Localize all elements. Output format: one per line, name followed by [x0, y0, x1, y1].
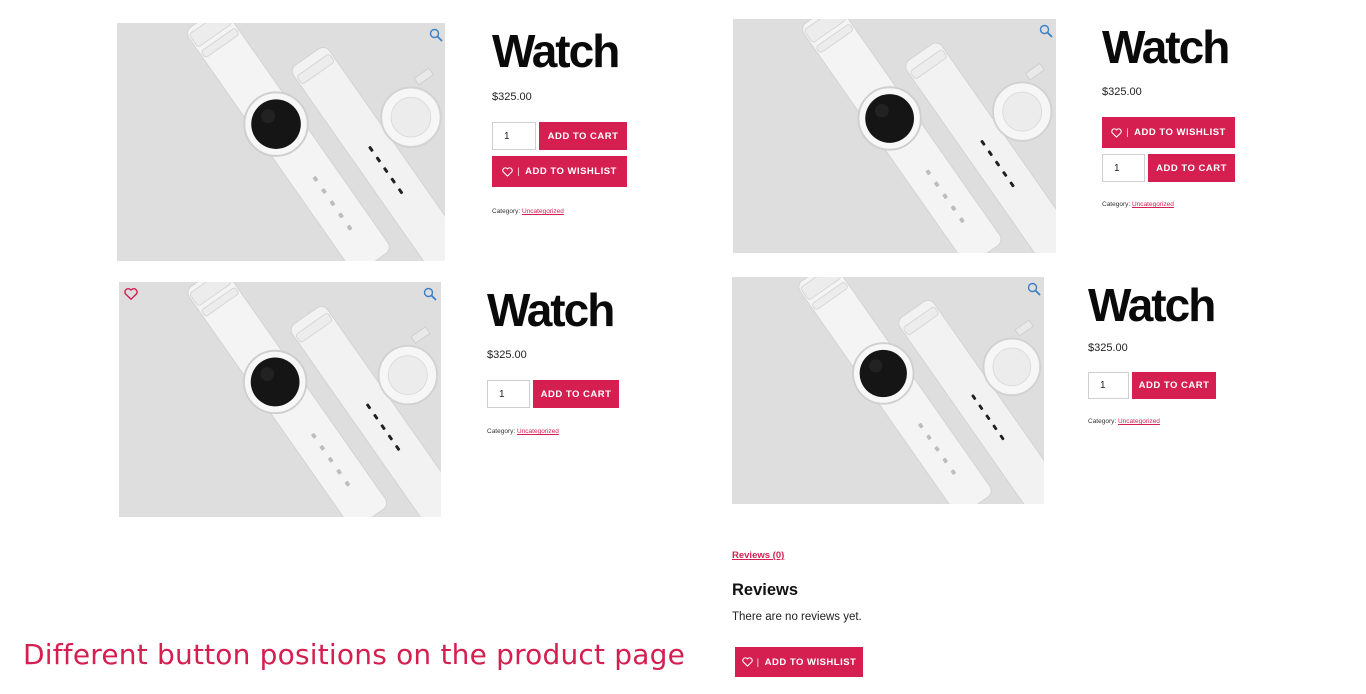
product-title: Watch: [1102, 21, 1230, 73]
wishlist-separator: |: [756, 656, 760, 668]
quantity-input[interactable]: 1: [492, 122, 536, 150]
no-reviews-text: There are no reviews yet.: [732, 611, 862, 623]
category-link[interactable]: Uncategorized: [1132, 201, 1174, 208]
add-to-cart-button[interactable]: ADD TO CART: [533, 380, 619, 408]
product-image[interactable]: [733, 19, 1056, 253]
product-category: Category: Uncategorized: [1102, 201, 1174, 208]
category-link[interactable]: Uncategorized: [1118, 418, 1160, 425]
zoom-icon[interactable]: [1039, 24, 1053, 38]
reviews-heading: Reviews: [732, 581, 799, 599]
category-label: Category:: [1102, 201, 1131, 208]
add-to-cart-button[interactable]: ADD TO CART: [1132, 372, 1216, 399]
tab-reviews[interactable]: Reviews (0): [732, 550, 784, 561]
add-to-wishlist-label: ADD TO WISHLIST: [1134, 127, 1226, 138]
add-to-cart-label: ADD TO CART: [540, 388, 612, 400]
product-image[interactable]: [117, 23, 445, 261]
product-category: Category: Uncategorized: [487, 428, 559, 435]
heart-icon: [1111, 128, 1122, 138]
heart-icon: [502, 167, 513, 177]
add-to-cart-button[interactable]: ADD TO CART: [1148, 154, 1235, 182]
product-category: Category: Uncategorized: [492, 208, 564, 215]
product-title: Watch: [492, 25, 620, 77]
product-image[interactable]: [732, 277, 1044, 504]
add-to-wishlist-label: ADD TO WISHLIST: [764, 656, 857, 668]
category-link[interactable]: Uncategorized: [517, 428, 559, 435]
zoom-icon[interactable]: [429, 28, 443, 42]
category-label: Category:: [1088, 418, 1117, 425]
category-label: Category:: [492, 208, 521, 215]
add-to-cart-label: ADD TO CART: [1138, 380, 1210, 391]
product-price: $325.00: [487, 349, 527, 361]
watch-image: [732, 277, 1044, 504]
add-to-wishlist-button[interactable]: | ADD TO WISHLIST: [735, 647, 863, 677]
quantity-input[interactable]: 1: [1088, 372, 1129, 399]
product-price: $325.00: [492, 91, 532, 103]
zoom-icon[interactable]: [423, 287, 437, 301]
caption-text: Different button positions on the produc…: [23, 638, 686, 671]
watch-image: [733, 19, 1056, 253]
add-to-wishlist-label: ADD TO WISHLIST: [525, 166, 617, 177]
watch-image: [117, 23, 445, 261]
wishlist-heart-icon[interactable]: [124, 287, 138, 301]
category-link[interactable]: Uncategorized: [522, 208, 564, 215]
add-to-wishlist-button[interactable]: | ADD TO WISHLIST: [492, 156, 627, 187]
add-to-cart-button[interactable]: ADD TO CART: [539, 122, 627, 150]
category-label: Category:: [487, 428, 516, 435]
product-price: $325.00: [1102, 86, 1142, 98]
add-to-cart-label: ADD TO CART: [1156, 162, 1227, 174]
quantity-input[interactable]: 1: [1102, 154, 1145, 182]
product-title: Watch: [487, 284, 615, 336]
add-to-cart-label: ADD TO CART: [547, 130, 619, 142]
zoom-icon[interactable]: [1027, 282, 1041, 296]
add-to-wishlist-button[interactable]: | ADD TO WISHLIST: [1102, 117, 1235, 148]
heart-icon: [742, 657, 753, 667]
wishlist-separator: |: [517, 166, 521, 177]
product-price: $325.00: [1088, 342, 1128, 354]
wishlist-separator: |: [1126, 127, 1130, 138]
product-category: Category: Uncategorized: [1088, 418, 1160, 425]
watch-image: [119, 282, 441, 517]
product-image[interactable]: [119, 282, 441, 517]
quantity-input[interactable]: 1: [487, 380, 530, 408]
product-title: Watch: [1088, 279, 1216, 331]
